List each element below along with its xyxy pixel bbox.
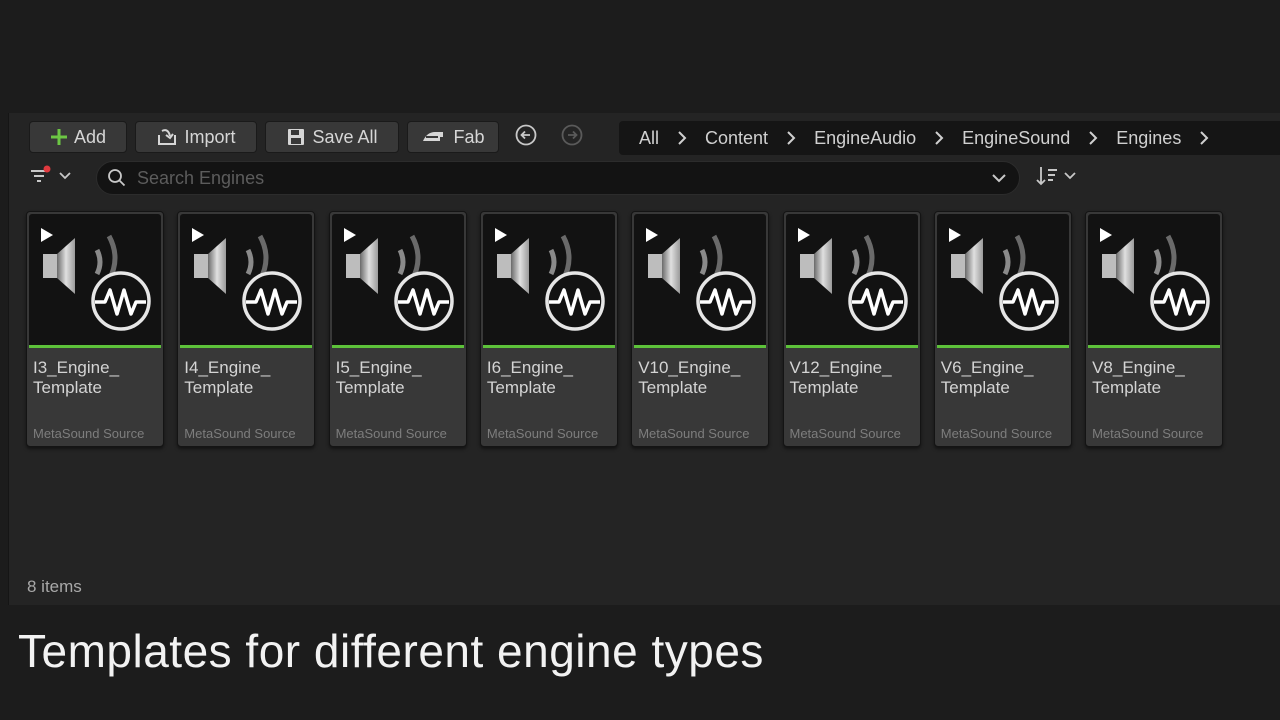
asset-type: MetaSound Source: [486, 426, 599, 441]
asset-type: MetaSound Source: [789, 426, 901, 441]
asset-tile[interactable]: V10_Engine_ Template MetaSound Source: [631, 211, 770, 447]
asset-type-color-bar: [180, 345, 313, 348]
breadcrumb-item-engineaudio[interactable]: EngineAudio: [814, 128, 916, 149]
asset-type: MetaSound Source: [940, 426, 1053, 441]
filter-button[interactable]: [29, 161, 79, 195]
asset-type: MetaSound Source: [638, 426, 750, 441]
forward-arrow-icon: [561, 124, 583, 151]
asset-tile[interactable]: I4_Engine_ Template MetaSound Source: [177, 211, 316, 447]
asset-thumbnail: [936, 214, 1069, 345]
asset-tile[interactable]: V8_Engine_ Template MetaSound Source: [1085, 211, 1224, 447]
breadcrumb-item-all[interactable]: All: [639, 128, 659, 149]
asset-type: MetaSound Source: [335, 426, 447, 441]
forward-button[interactable]: [561, 124, 583, 151]
save-all-button-label: Save All: [312, 126, 378, 147]
content-browser: Add Import Save All Fab All Content Engi…: [8, 113, 1280, 605]
asset-name: V6_Engine_ Template: [940, 358, 1034, 397]
sort-icon: [1035, 164, 1081, 193]
asset-name: I5_Engine_ Template: [335, 358, 422, 397]
caption: Templates for different engine types: [18, 625, 764, 677]
asset-name: V8_Engine_ Template: [1092, 358, 1185, 397]
asset-type-color-bar: [936, 345, 1069, 348]
asset-type-color-bar: [331, 345, 464, 348]
import-button-label: Import: [184, 126, 236, 147]
breadcrumb-item-engines[interactable]: Engines: [1116, 128, 1181, 149]
asset-type: MetaSound Source: [33, 426, 145, 441]
asset-thumbnail: [1088, 214, 1221, 345]
asset-tile[interactable]: I5_Engine_ Template MetaSound Source: [328, 211, 467, 447]
add-button[interactable]: Add: [29, 121, 127, 153]
search-input[interactable]: [135, 166, 979, 190]
breadcrumb-item-content[interactable]: Content: [705, 128, 768, 149]
chevron-right-icon[interactable]: [1088, 131, 1098, 145]
asset-tile[interactable]: V6_Engine_ Template MetaSound Source: [933, 211, 1072, 447]
back-button[interactable]: [515, 124, 537, 151]
import-icon: [156, 127, 178, 147]
back-arrow-icon: [515, 124, 537, 151]
asset-type-color-bar: [29, 345, 161, 348]
save-all-button[interactable]: Save All: [265, 121, 399, 153]
filter-search-row: [29, 161, 1280, 195]
fab-button[interactable]: Fab: [407, 121, 499, 153]
chevron-right-icon[interactable]: [677, 131, 687, 145]
save-icon: [286, 127, 306, 147]
asset-type: MetaSound Source: [1092, 426, 1204, 441]
asset-type-color-bar: [785, 345, 918, 348]
asset-name: V10_Engine_ Template: [638, 358, 741, 397]
asset-thumbnail: [180, 214, 313, 345]
asset-name: I6_Engine_ Template: [486, 358, 573, 397]
asset-grid: I3_Engine_ Template MetaSound Source I4_…: [26, 211, 1236, 449]
chevron-right-icon[interactable]: [1199, 131, 1209, 145]
asset-type-color-bar: [1088, 345, 1221, 348]
asset-thumbnail: [634, 214, 767, 345]
toolbar: Add Import Save All Fab All Content Engi…: [29, 121, 1280, 155]
breadcrumb: All Content EngineAudio EngineSound Engi…: [619, 121, 1280, 155]
asset-tile[interactable]: V12_Engine_ Template MetaSound Source: [782, 211, 921, 447]
asset-thumbnail: [331, 214, 464, 345]
asset-name: I4_Engine_ Template: [184, 358, 271, 397]
asset-thumbnail: [482, 214, 615, 345]
chevron-down-icon[interactable]: [991, 170, 1007, 186]
chevron-right-icon[interactable]: [786, 131, 796, 145]
sort-button[interactable]: [1035, 161, 1085, 195]
item-count: 8 items: [27, 577, 82, 596]
asset-type: MetaSound Source: [184, 426, 296, 441]
breadcrumb-item-enginesound[interactable]: EngineSound: [962, 128, 1070, 149]
asset-thumbnail: [29, 214, 161, 345]
search-bar: [96, 161, 1020, 195]
add-button-label: Add: [73, 126, 107, 147]
plus-icon: [50, 128, 68, 146]
filter-icon: [29, 164, 77, 193]
asset-type-color-bar: [482, 345, 615, 348]
asset-type-color-bar: [634, 345, 767, 348]
fab-button-label: Fab: [453, 126, 485, 147]
search-icon: [107, 168, 127, 188]
asset-tile[interactable]: I3_Engine_ Template MetaSound Source: [26, 211, 164, 447]
chevron-right-icon[interactable]: [934, 131, 944, 145]
import-button[interactable]: Import: [135, 121, 257, 153]
asset-name: I3_Engine_ Template: [33, 358, 120, 397]
asset-thumbnail: [785, 214, 918, 345]
asset-name: V12_Engine_ Template: [789, 358, 892, 397]
fab-icon: [421, 129, 447, 145]
asset-tile[interactable]: I6_Engine_ Template MetaSound Source: [479, 211, 618, 447]
